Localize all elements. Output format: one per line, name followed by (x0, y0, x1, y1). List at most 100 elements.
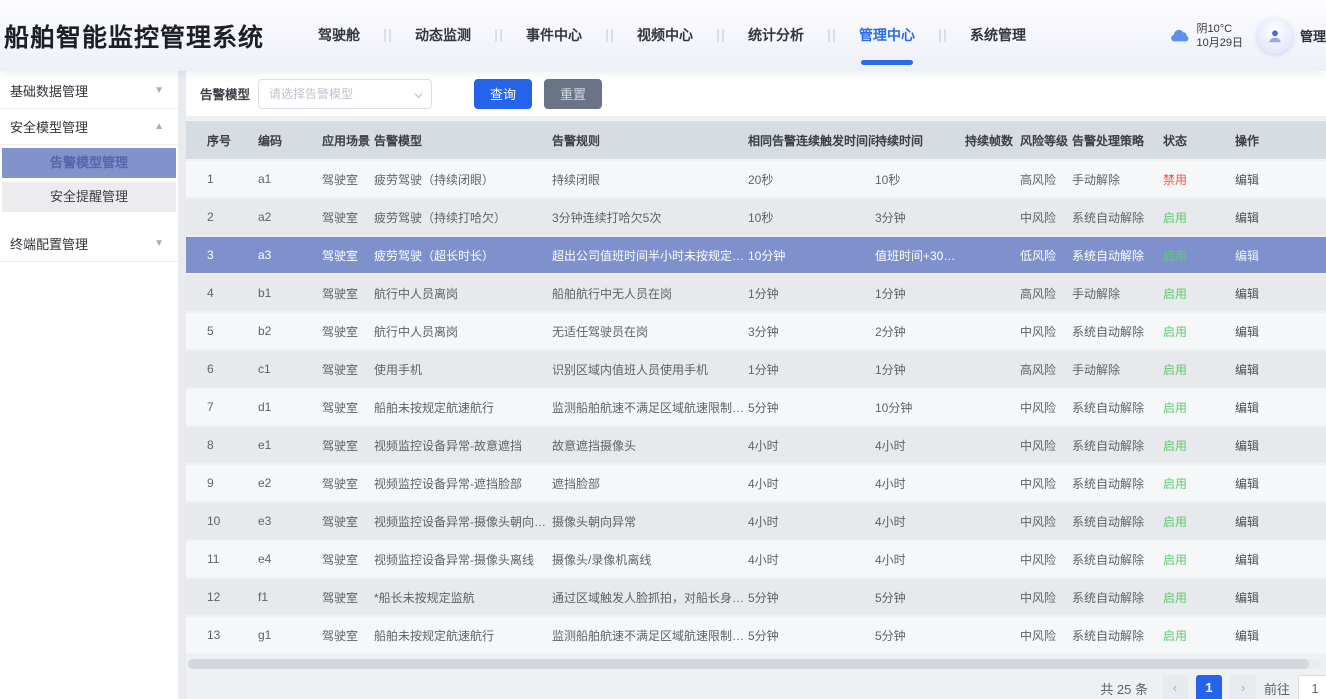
table-header-row: 序号编码应用场景告警模型告警规则相同告警连续触发时间间隔持续时间持续帧数风险等级… (186, 121, 1326, 159)
cell-scene: 驾驶室 (322, 465, 374, 501)
cell-strategy: 系统自动解除 (1072, 541, 1163, 577)
cell-rule: 船舶航行中无人员在岗 (552, 275, 748, 311)
cell-action: 编辑 (1235, 275, 1326, 311)
edit-link[interactable]: 编辑 (1235, 477, 1259, 491)
column-header: 相同告警连续触发时间间隔 (748, 121, 875, 159)
table-row[interactable]: 12f1驾驶室*船长未按规定监航通过区域触发人脸抓拍，对船长身份...5分钟5分… (186, 579, 1326, 615)
select-placeholder: 请选择告警模型 (269, 85, 353, 102)
cell-scene: 驾驶室 (322, 275, 374, 311)
cell-interval: 4小时 (748, 465, 875, 501)
page-1-button[interactable]: 1 (1196, 675, 1222, 699)
table-row[interactable]: 8e1驾驶室视频监控设备异常-故意遮挡故意遮挡摄像头4小时4小时中风险系统自动解… (186, 427, 1326, 463)
table-row[interactable]: 11e4驾驶室视频监控设备异常-摄像头离线摄像头/录像机离线4小时4小时中风险系… (186, 541, 1326, 577)
edit-link[interactable]: 编辑 (1235, 173, 1259, 187)
cell-scene: 驾驶室 (322, 427, 374, 463)
scrollbar-thumb[interactable] (188, 659, 1309, 669)
cell-interval: 4小时 (748, 541, 875, 577)
nav-item-4[interactable]: 视频中心 (613, 0, 717, 71)
chevron-up-icon: ▲ (154, 121, 164, 132)
cell-status: 启用 (1163, 389, 1235, 425)
weather-condition: 阴10°C (1197, 22, 1243, 36)
table-row[interactable]: 13g1驾驶室船舶未按规定航速航行监测船舶航速不满足区域航速限制规定5分钟5分钟… (186, 617, 1326, 653)
edit-link[interactable]: 编辑 (1235, 287, 1259, 301)
cell-action: 编辑 (1235, 237, 1326, 273)
cell-duration: 2分钟 (875, 313, 965, 349)
cell-risk: 高风险 (1020, 275, 1072, 311)
alarm-model-select[interactable]: 请选择告警模型 (258, 79, 432, 109)
edit-link[interactable]: 编辑 (1235, 553, 1259, 567)
cell-code: e4 (258, 541, 322, 577)
edit-link[interactable]: 编辑 (1235, 363, 1259, 377)
cell-code: a2 (258, 199, 322, 235)
sidebar-group-1[interactable]: 基础数据管理▼ (0, 73, 178, 109)
chevron-down-icon: ▼ (154, 238, 164, 249)
cell-duration: 4小时 (875, 541, 965, 577)
goto-page-input[interactable] (1298, 675, 1326, 699)
edit-link[interactable]: 编辑 (1235, 211, 1259, 225)
cell-risk: 中风险 (1020, 313, 1072, 349)
total-count: 共 25 条 (1100, 679, 1148, 698)
table-row[interactable]: 6c1驾驶室使用手机识别区域内值班人员使用手机1分钟1分钟高风险手动解除启用编辑 (186, 351, 1326, 387)
cell-strategy: 手动解除 (1072, 275, 1163, 311)
nav-item-5[interactable]: 统计分析 (724, 0, 828, 71)
table-row[interactable]: 2a2驾驶室疲劳驾驶（持续打哈欠）3分钟连续打哈欠5次10秒3分钟中风险系统自动… (186, 199, 1326, 235)
table-row[interactable]: 3a3驾驶室疲劳驾驶（超长时长）超出公司值班时间半小时未按规定交接10分钟值班时… (186, 237, 1326, 273)
next-page-button[interactable]: › (1230, 675, 1256, 699)
edit-link[interactable]: 编辑 (1235, 249, 1259, 263)
cell-strategy: 系统自动解除 (1072, 579, 1163, 615)
table-row[interactable]: 10e3驾驶室视频监控设备异常-摄像头朝向异常摄像头朝向异常4小时4小时中风险系… (186, 503, 1326, 539)
cell-status: 启用 (1163, 541, 1235, 577)
table-row[interactable]: 5b2驾驶室航行中人员离岗无适任驾驶员在岗3分钟2分钟中风险系统自动解除启用编辑 (186, 313, 1326, 349)
cell-interval: 5分钟 (748, 617, 875, 653)
sidebar-item-2[interactable]: 安全提醒管理 (2, 182, 176, 212)
nav-item-3[interactable]: 事件中心 (502, 0, 606, 71)
prev-page-button[interactable]: ‹ (1162, 675, 1188, 699)
cell-status: 禁用 (1163, 161, 1235, 197)
user-menu[interactable]: 管理 (1257, 18, 1326, 54)
edit-link[interactable]: 编辑 (1235, 325, 1259, 339)
cell-code: e1 (258, 427, 322, 463)
cell-status: 启用 (1163, 237, 1235, 273)
reset-button[interactable]: 重置 (544, 79, 602, 109)
cell-status: 启用 (1163, 351, 1235, 387)
nav-item-6[interactable]: 管理中心 (835, 0, 939, 71)
cell-interval: 5分钟 (748, 389, 875, 425)
cell-frames (965, 617, 1020, 653)
cell-duration: 1分钟 (875, 275, 965, 311)
active-nav-underline (861, 60, 913, 65)
nav-item-7[interactable]: 系统管理 (946, 0, 1050, 71)
edit-link[interactable]: 编辑 (1235, 401, 1259, 415)
cell-code: a3 (258, 237, 322, 273)
edit-link[interactable]: 编辑 (1235, 629, 1259, 643)
cell-action: 编辑 (1235, 465, 1326, 501)
app-title: 船舶智能监控管理系统 (4, 18, 264, 54)
edit-link[interactable]: 编辑 (1235, 591, 1259, 605)
edit-link[interactable]: 编辑 (1235, 515, 1259, 529)
nav-separator (828, 29, 835, 42)
cloud-icon (1171, 29, 1191, 43)
avatar[interactable] (1257, 18, 1293, 54)
status-badge: 启用 (1163, 477, 1187, 491)
nav-item-1[interactable]: 驾驶舱 (294, 0, 384, 71)
chevron-down-icon (414, 91, 423, 100)
nav-item-2[interactable]: 动态监测 (391, 0, 495, 71)
table-row[interactable]: 4b1驾驶室航行中人员离岗船舶航行中无人员在岗1分钟1分钟高风险手动解除启用编辑 (186, 275, 1326, 311)
table-row[interactable]: 9e2驾驶室视频监控设备异常-遮挡脸部遮挡脸部4小时4小时中风险系统自动解除启用… (186, 465, 1326, 501)
horizontal-scrollbar[interactable] (188, 659, 1320, 669)
cell-rule: 摄像头朝向异常 (552, 503, 748, 539)
cell-no: 3 (186, 237, 258, 273)
sidebar-group-3[interactable]: 终端配置管理▼ (0, 226, 178, 262)
table-row[interactable]: 1a1驾驶室疲劳驾驶（持续闭眼）持续闭眼20秒10秒高风险手动解除禁用编辑 (186, 161, 1326, 197)
table-row[interactable]: 7d1驾驶室船舶未按规定航速航行监测船舶航速不满足区域航速限制规定5分钟10分钟… (186, 389, 1326, 425)
cell-no: 2 (186, 199, 258, 235)
edit-link[interactable]: 编辑 (1235, 439, 1259, 453)
cell-duration: 3分钟 (875, 199, 965, 235)
cell-no: 9 (186, 465, 258, 501)
sidebar-group-2[interactable]: 安全模型管理▲ (0, 109, 178, 145)
sidebar-item-1[interactable]: 告警模型管理 (2, 148, 176, 178)
sidebar-children: 告警模型管理安全提醒管理 (0, 145, 178, 226)
cell-risk: 中风险 (1020, 465, 1072, 501)
cell-rule: 识别区域内值班人员使用手机 (552, 351, 748, 387)
cell-interval: 10秒 (748, 199, 875, 235)
search-button[interactable]: 查询 (474, 79, 532, 109)
